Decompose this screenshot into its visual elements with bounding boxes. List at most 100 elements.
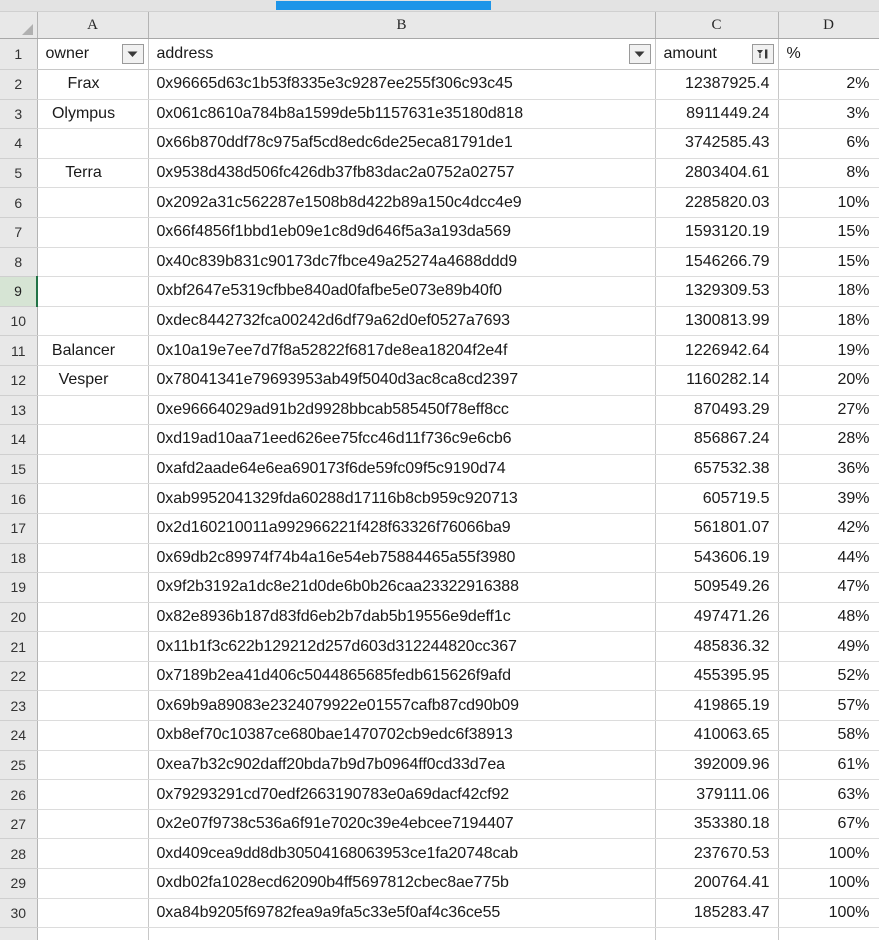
- cell-owner[interactable]: [37, 750, 149, 781]
- cell-percent[interactable]: 15%: [778, 217, 879, 248]
- row-header-25[interactable]: 25: [0, 750, 38, 781]
- row-header-9[interactable]: 9: [0, 276, 38, 307]
- cell-amount[interactable]: 419865.19: [655, 690, 779, 722]
- row-header-30[interactable]: 30: [0, 898, 38, 929]
- cell-owner[interactable]: [37, 306, 149, 337]
- cell-owner[interactable]: Balancer: [37, 335, 149, 366]
- cell-amount[interactable]: 1593120.19: [655, 217, 779, 248]
- column-header-b[interactable]: B: [148, 12, 656, 39]
- cell-owner[interactable]: [37, 483, 149, 514]
- cell-percent[interactable]: 58%: [778, 720, 879, 751]
- cell-owner[interactable]: [37, 602, 149, 633]
- cell-owner[interactable]: [37, 128, 149, 159]
- cell-percent[interactable]: 36%: [778, 454, 879, 485]
- row-header-2[interactable]: 2: [0, 69, 38, 100]
- column-header-a[interactable]: A: [37, 12, 149, 39]
- cell-owner[interactable]: [37, 809, 149, 840]
- cell-owner[interactable]: [37, 720, 149, 751]
- row-header-3[interactable]: 3: [0, 99, 38, 130]
- cell-address[interactable]: 0x2092a31c562287e1508b8d422b89a150c4dcc4…: [148, 187, 656, 218]
- select-all-corner[interactable]: [0, 12, 38, 39]
- cell-amount[interactable]: 561801.07: [655, 513, 779, 544]
- cell-percent[interactable]: 8%: [778, 158, 879, 189]
- cell-amount[interactable]: 392009.96: [655, 750, 779, 781]
- cell-address[interactable]: 0x82e8936b187d83fd6eb2b7dab5b19556e9deff…: [148, 602, 656, 633]
- cell-address[interactable]: 0x9f2b3192a1dc8e21d0de6b0b26caa233229163…: [148, 572, 656, 603]
- cell-owner[interactable]: [36, 276, 149, 307]
- row-header-16[interactable]: 16: [0, 483, 38, 514]
- row-header-10[interactable]: 10: [0, 306, 38, 337]
- row-header-26[interactable]: 26: [0, 779, 38, 810]
- cell-percent[interactable]: 100%: [778, 898, 879, 929]
- cell-amount[interactable]: 2803404.61: [655, 158, 779, 189]
- cell-percent[interactable]: 57%: [778, 690, 879, 722]
- cell-address[interactable]: 0x10a19e7ee7d7f8a52822f6817de8ea18204f2e…: [148, 335, 656, 366]
- cell-address[interactable]: 0x69db2c89974f74b4a16e54eb75884465a55f39…: [148, 543, 656, 574]
- column-header-c[interactable]: C: [655, 12, 779, 39]
- cell-percent[interactable]: 6%: [778, 128, 879, 159]
- cell-amount[interactable]: 3742585.43: [655, 128, 779, 159]
- row-header-4[interactable]: 4: [0, 128, 38, 159]
- cell-address[interactable]: 0xafd2aade64e6ea690173f6de59fc09f5c9190d…: [148, 454, 656, 485]
- cell-address[interactable]: 0xd19ad10aa71eed626ee75fcc46d11f736c9e6c…: [148, 424, 656, 455]
- cell-amount[interactable]: 185283.47: [655, 898, 779, 929]
- cell-owner[interactable]: [37, 868, 149, 899]
- row-header-22[interactable]: 22: [0, 661, 38, 692]
- row-header-11[interactable]: 11: [0, 335, 38, 366]
- cell-owner[interactable]: Olympus: [37, 99, 149, 130]
- cell-address[interactable]: 0xdec8442732fca00242d6df79a62d0ef0527a76…: [148, 306, 656, 337]
- cell-percent[interactable]: 15%: [778, 247, 879, 278]
- cell-percent[interactable]: 2%: [778, 69, 879, 100]
- cell-percent[interactable]: 42%: [778, 513, 879, 544]
- header-cell-percent[interactable]: %: [778, 38, 879, 70]
- cell-amount[interactable]: 657532.38: [655, 454, 779, 485]
- cell-amount[interactable]: 2285820.03: [655, 187, 779, 218]
- cell-partial[interactable]: [37, 927, 149, 940]
- header-cell-address[interactable]: address: [148, 38, 656, 70]
- row-header-13[interactable]: 13: [0, 395, 38, 426]
- header-cell-amount[interactable]: amount: [655, 38, 779, 70]
- cell-amount[interactable]: 509549.26: [655, 572, 779, 603]
- cell-amount[interactable]: 12387925.4: [655, 69, 779, 100]
- cell-amount[interactable]: 1329309.53: [655, 276, 779, 307]
- cell-partial[interactable]: [148, 927, 656, 940]
- cell-amount[interactable]: 543606.19: [655, 543, 779, 574]
- cell-percent[interactable]: 44%: [778, 543, 879, 574]
- row-header-6[interactable]: 6: [0, 187, 38, 218]
- cell-owner[interactable]: [37, 661, 149, 692]
- cell-amount[interactable]: 353380.18: [655, 809, 779, 840]
- column-header-d[interactable]: D: [778, 12, 879, 39]
- cell-owner[interactable]: [37, 779, 149, 810]
- cell-address[interactable]: 0xab9952041329fda60288d17116b8cb959c9207…: [148, 483, 656, 514]
- cell-amount[interactable]: 1226942.64: [655, 335, 779, 366]
- cell-owner[interactable]: [37, 838, 149, 870]
- cell-address[interactable]: 0xdb02fa1028ecd62090b4ff5697812cbec8ae77…: [148, 868, 656, 899]
- cell-amount[interactable]: 410063.65: [655, 720, 779, 751]
- cell-owner[interactable]: [37, 424, 149, 455]
- cell-address[interactable]: 0x40c839b831c90173dc7fbce49a25274a4688dd…: [148, 247, 656, 278]
- cell-percent[interactable]: 28%: [778, 424, 879, 455]
- cell-amount[interactable]: 870493.29: [655, 395, 779, 426]
- row-header-1[interactable]: 1: [0, 38, 38, 70]
- cell-amount[interactable]: 497471.26: [655, 602, 779, 633]
- cell-owner[interactable]: Frax: [37, 69, 149, 100]
- cell-amount[interactable]: 605719.5: [655, 483, 779, 514]
- row-header-14[interactable]: 14: [0, 424, 38, 455]
- filter-dropdown-icon-owner[interactable]: [121, 44, 144, 64]
- row-header-12[interactable]: 12: [0, 365, 38, 396]
- cell-address[interactable]: 0x96665d63c1b53f8335e3c9287ee255f306c93c…: [148, 69, 656, 100]
- cell-percent[interactable]: 18%: [778, 306, 879, 337]
- cell-owner[interactable]: [37, 898, 149, 929]
- cell-address[interactable]: 0xb8ef70c10387ce680bae1470702cb9edc6f389…: [148, 720, 656, 751]
- cell-percent[interactable]: 49%: [778, 631, 879, 662]
- cell-address[interactable]: 0x7189b2ea41d406c5044865685fedb615626f9a…: [148, 661, 656, 692]
- cell-amount[interactable]: 485836.32: [655, 631, 779, 662]
- sort-descending-filter-icon-amount[interactable]: [751, 44, 774, 64]
- cell-owner[interactable]: [37, 572, 149, 603]
- cell-percent[interactable]: 63%: [778, 779, 879, 810]
- cell-partial[interactable]: [778, 927, 879, 940]
- row-header-partial[interactable]: [0, 927, 38, 940]
- cell-amount[interactable]: 1160282.14: [655, 365, 779, 396]
- cell-address[interactable]: 0xd409cea9dd8db30504168063953ce1fa20748c…: [148, 838, 656, 870]
- cell-amount[interactable]: 856867.24: [655, 424, 779, 455]
